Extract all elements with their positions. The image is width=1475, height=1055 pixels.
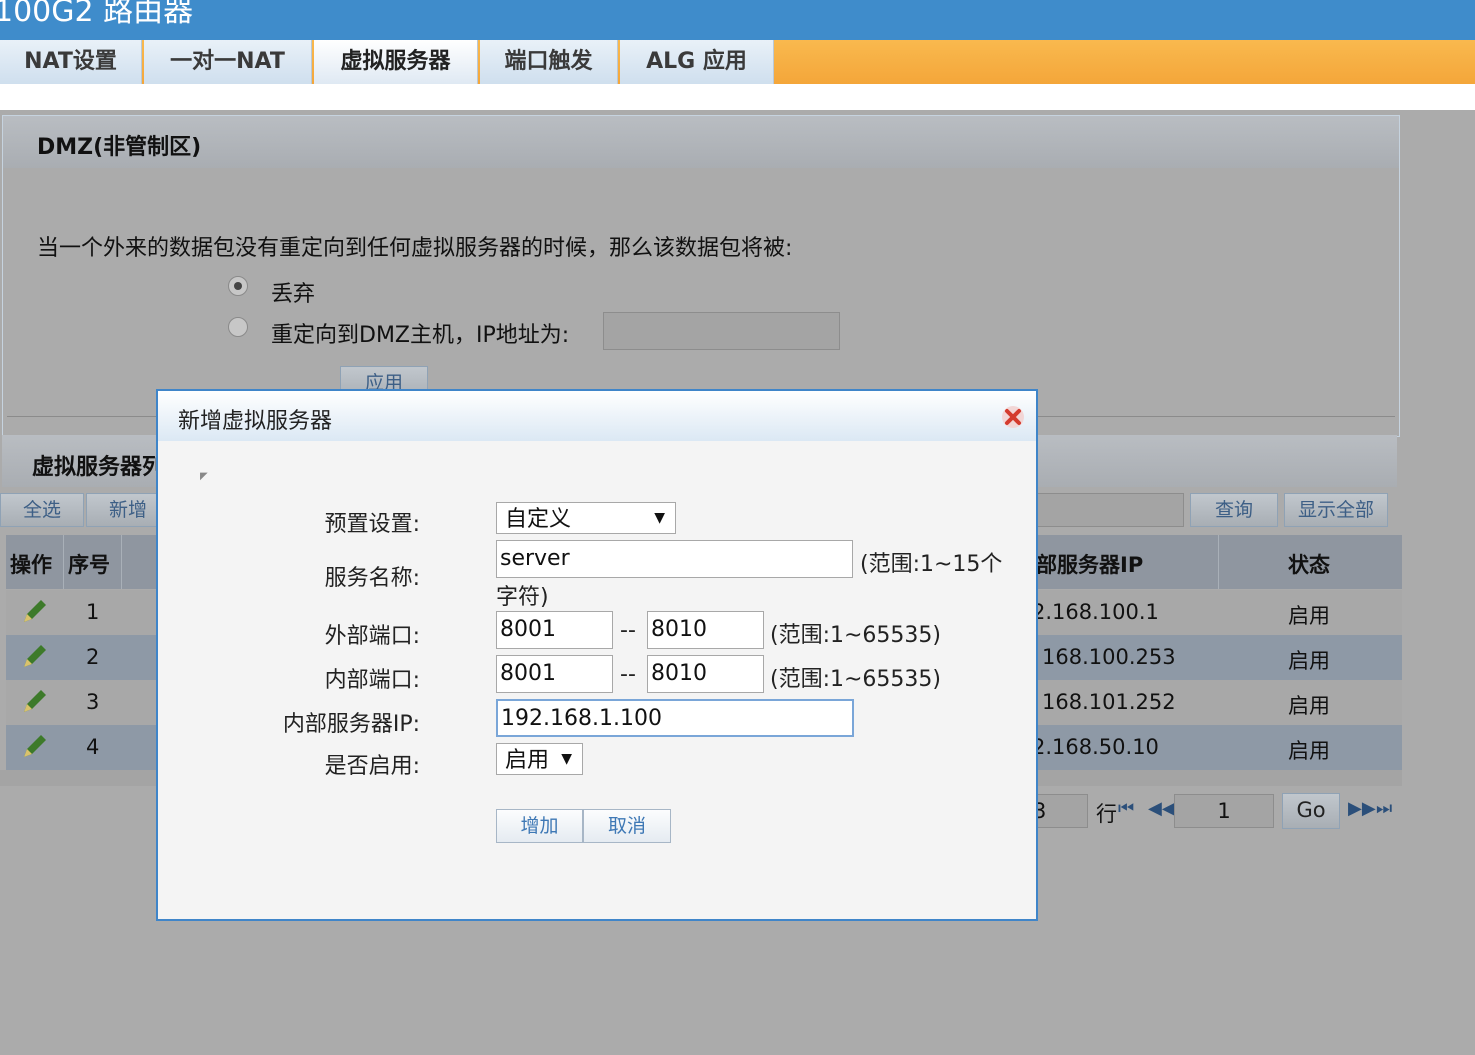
dmz-title: DMZ(非管制区) <box>37 135 202 160</box>
row-status: 启用 <box>1288 739 1330 763</box>
show-all-button[interactable]: 显示全部 <box>1284 493 1388 527</box>
radio-drop-label: 丢弃 <box>271 282 316 307</box>
external-port-end-input[interactable]: 8010 <box>647 611 764 649</box>
server-ip-label: 内部服务器IP: <box>282 712 420 737</box>
preset-value: 自定义 <box>505 507 572 532</box>
row-index: 4 <box>86 735 100 759</box>
radio-redirect-label: 重定向到DMZ主机，IP地址为: <box>271 323 570 348</box>
rows-per-page-input[interactable]: 3 <box>1030 794 1088 828</box>
edit-icon[interactable] <box>20 641 50 671</box>
external-port-hint: (范围:1~65535) <box>770 623 941 648</box>
row-status: 启用 <box>1288 694 1330 718</box>
dmz-panel-header: DMZ(非管制区) <box>3 116 1399 168</box>
external-port-label: 外部端口: <box>324 624 420 649</box>
col-server-ip: 部服务器IP <box>1036 553 1144 577</box>
server-ip-input[interactable]: 192.168.1.100 <box>496 699 854 737</box>
next-page-icon[interactable]: ▶▶ <box>1348 798 1376 819</box>
vs-list-title: 虚拟服务器列 <box>32 455 165 480</box>
port-separator: -- <box>620 662 636 687</box>
tab-nat-settings[interactable]: NAT设置 <box>0 40 142 84</box>
preset-label: 预置设置: <box>324 512 420 537</box>
row-server-ip: 2.168.50.10 <box>1032 735 1159 759</box>
external-port-start-input[interactable]: 8001 <box>496 611 613 649</box>
service-name-hint: (范围:1~15个 <box>860 552 1003 577</box>
edit-icon[interactable] <box>20 596 50 626</box>
resize-marker-icon: ◤ <box>200 471 208 482</box>
query-button[interactable]: 查询 <box>1190 493 1278 527</box>
service-name-hint-cont: 字符) <box>496 585 549 610</box>
row-server-ip: 168.101.252 <box>1042 690 1176 714</box>
enable-label: 是否启用: <box>324 754 420 779</box>
first-page-icon[interactable]: ⏮ <box>1118 798 1134 819</box>
close-icon[interactable] <box>1001 405 1025 429</box>
col-divider <box>121 535 122 589</box>
edit-icon[interactable] <box>20 686 50 716</box>
enable-value: 启用 <box>505 748 550 773</box>
add-confirm-button[interactable]: 增加 <box>496 809 583 843</box>
radio-redirect[interactable] <box>228 317 248 337</box>
app-title: 100G2 路由器 <box>0 0 194 29</box>
internal-port-end-input[interactable]: 8010 <box>647 655 764 693</box>
tab-virtual-server[interactable]: 虚拟服务器 <box>314 40 478 84</box>
row-index: 2 <box>86 645 100 669</box>
service-name-input[interactable]: server <box>496 540 853 578</box>
preset-select[interactable]: 自定义 ▼ <box>496 502 676 534</box>
rows-label: 行 <box>1096 802 1117 826</box>
internal-port-label: 内部端口: <box>324 668 420 693</box>
internal-port-start-input[interactable]: 8001 <box>496 655 613 693</box>
row-index: 1 <box>86 600 100 624</box>
cancel-button[interactable]: 取消 <box>583 809 671 843</box>
dialog-header: 新增虚拟服务器 <box>158 391 1036 441</box>
edit-icon[interactable] <box>20 731 50 761</box>
prev-page-icon[interactable]: ◀◀ <box>1148 798 1176 819</box>
port-separator: -- <box>620 618 636 643</box>
app-header: 100G2 路由器 <box>0 0 1475 40</box>
page-number-input[interactable]: 1 <box>1174 794 1274 828</box>
row-status: 启用 <box>1288 604 1330 628</box>
tab-bar: NAT设置 一对一NAT 虚拟服务器 端口触发 ALG 应用 <box>0 40 1475 84</box>
col-divider <box>1218 535 1219 589</box>
go-button[interactable]: Go <box>1282 793 1340 829</box>
chevron-down-icon: ▼ <box>654 510 665 526</box>
internal-port-hint: (范围:1~65535) <box>770 667 941 692</box>
chevron-down-icon: ▼ <box>561 751 572 767</box>
search-input[interactable] <box>1030 493 1184 527</box>
add-virtual-server-dialog: 新增虚拟服务器 ◤ 预置设置: 自定义 ▼ 服务名称: server (范围:1… <box>156 389 1038 921</box>
row-index: 3 <box>86 690 100 714</box>
col-index: 序号 <box>68 553 110 577</box>
select-all-button[interactable]: 全选 <box>0 493 84 527</box>
dialog-title: 新增虚拟服务器 <box>178 409 333 434</box>
row-status: 启用 <box>1288 649 1330 673</box>
enable-select[interactable]: 启用 ▼ <box>496 743 583 775</box>
tab-port-trigger[interactable]: 端口触发 <box>480 40 618 84</box>
service-name-label: 服务名称: <box>324 566 420 591</box>
dmz-description: 当一个外来的数据包没有重定向到任何虚拟服务器的时候，那么该数据包将被: <box>37 236 793 261</box>
last-page-icon[interactable]: ⏭ <box>1376 798 1392 819</box>
row-server-ip: 168.100.253 <box>1042 645 1176 669</box>
col-status: 状态 <box>1288 553 1330 577</box>
dmz-ip-input[interactable] <box>603 312 840 350</box>
col-divider <box>63 535 64 589</box>
row-server-ip: 2.168.100.1 <box>1032 600 1159 624</box>
tab-alg[interactable]: ALG 应用 <box>620 40 774 84</box>
radio-drop[interactable] <box>228 276 248 296</box>
tab-one-to-one-nat[interactable]: 一对一NAT <box>144 40 312 84</box>
col-op: 操作 <box>10 553 52 577</box>
